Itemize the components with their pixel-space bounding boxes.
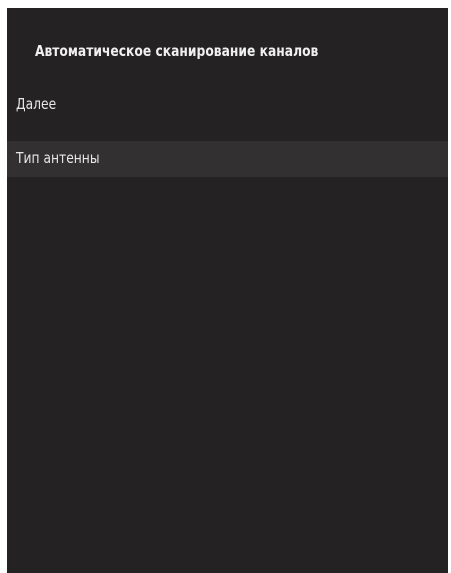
menu-item-antenna-type[interactable]: Тип антенны (7, 141, 448, 177)
menu-item-label: Далее (16, 95, 57, 113)
menu-item-next[interactable]: Далее (7, 87, 448, 123)
page-title: Автоматическое сканирование каналов (35, 42, 319, 60)
settings-panel: Автоматическое сканирование каналов Дале… (7, 8, 448, 573)
menu-item-label: Тип антенны (16, 149, 100, 167)
